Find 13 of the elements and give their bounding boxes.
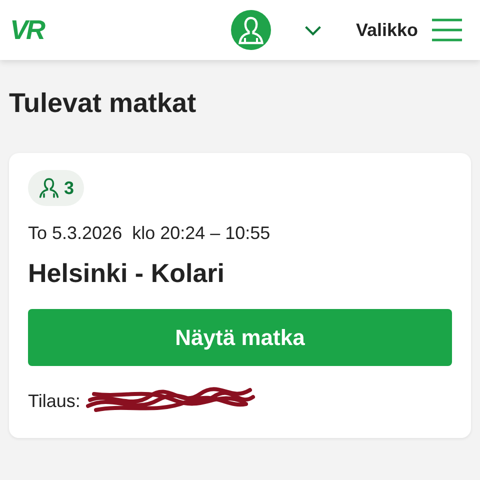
menu-icon (432, 18, 462, 42)
passenger-count: 3 (64, 178, 74, 198)
trip-date: To 5.3.2026 (28, 223, 122, 244)
logo-link[interactable]: VR (10, 14, 44, 46)
menu-button[interactable]: Valikko (356, 18, 462, 42)
order-label: Tilaus: (28, 390, 80, 412)
page-title: Tulevat matkat (9, 88, 198, 119)
user-avatar-icon[interactable] (230, 10, 271, 50)
chevron-down-icon[interactable] (304, 24, 322, 36)
trip-time: klo 20:24 – 10:55 (132, 223, 270, 244)
show-trip-button[interactable]: Näytä matka (28, 309, 452, 366)
trip-route: Helsinki - Kolari (28, 258, 226, 289)
person-icon (37, 176, 61, 200)
